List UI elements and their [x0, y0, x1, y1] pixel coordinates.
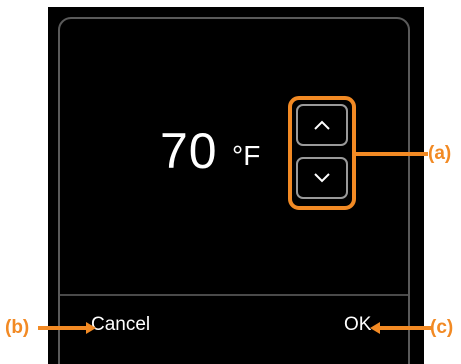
- callout-b-arrow: [86, 322, 96, 334]
- button-bar-divider: [60, 294, 408, 296]
- decrease-temperature-button[interactable]: [296, 157, 348, 199]
- callout-c-line: [378, 326, 432, 330]
- callout-a-line: [356, 152, 428, 156]
- figure: 70 °F Cancel OK (a) (b) (c): [0, 0, 461, 364]
- chevron-up-icon: [314, 120, 330, 130]
- increase-temperature-button[interactable]: [296, 104, 348, 146]
- callout-c-label: (c): [430, 317, 454, 338]
- temperature-value: 70: [160, 123, 218, 179]
- callout-b-line: [38, 326, 90, 330]
- temperature-unit: °F: [232, 140, 261, 171]
- chevron-down-icon: [314, 173, 330, 183]
- cancel-button[interactable]: Cancel: [91, 312, 150, 338]
- callout-a-label: (a): [428, 143, 452, 164]
- ok-button[interactable]: OK: [344, 312, 371, 338]
- callout-b-label: (b): [5, 317, 30, 338]
- callout-c-arrow: [370, 322, 380, 334]
